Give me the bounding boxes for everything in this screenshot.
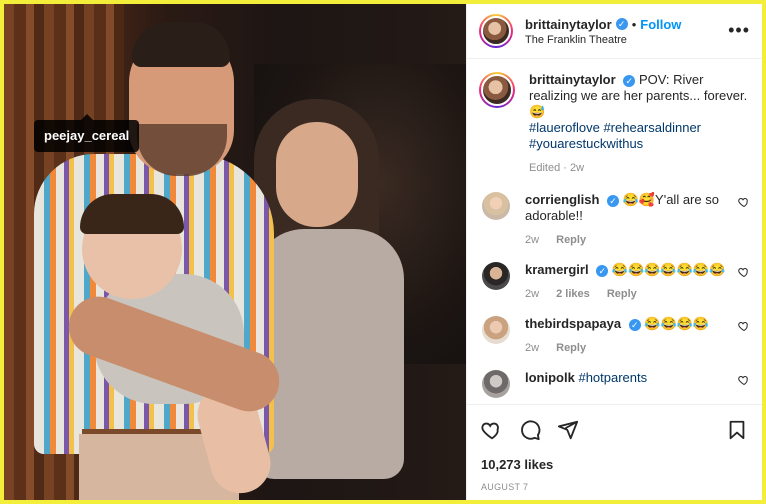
post-location[interactable]: The Franklin Theatre: [525, 34, 750, 46]
author-avatar[interactable]: [479, 14, 513, 48]
photo-woman-face: [276, 122, 358, 227]
verified-badge-icon: ✓: [628, 319, 641, 331]
commenter-username[interactable]: kramergirl: [525, 262, 589, 277]
like-comment-heart-icon[interactable]: [738, 320, 750, 332]
verified-badge-icon: ✓: [623, 75, 636, 87]
commenter-username[interactable]: lonipolk: [525, 370, 575, 385]
comment-text: 😂😂😂😂: [644, 316, 710, 331]
commenter-avatar[interactable]: [482, 316, 510, 344]
comment-reply-button[interactable]: Reply: [556, 234, 586, 246]
comment-text[interactable]: #hotparents: [578, 370, 647, 385]
post-side-panel: brittainytaylor ✓ • Follow The Franklin …: [466, 4, 762, 500]
comment-time: 2w: [525, 234, 540, 246]
comment-item: thebirdspapaya ✓ 😂😂😂😂 2w Reply: [479, 316, 750, 354]
photo-man-hair: [132, 22, 230, 67]
commenter-avatar[interactable]: [482, 262, 510, 290]
like-heart-icon[interactable]: [481, 419, 503, 441]
like-comment-heart-icon[interactable]: [738, 196, 750, 208]
commenter-avatar[interactable]: [482, 370, 510, 398]
comment-reply-button[interactable]: Reply: [607, 288, 637, 300]
commenter-username[interactable]: corrienglish: [525, 192, 599, 207]
comment-time: 2w: [525, 342, 540, 354]
more-options-icon[interactable]: •••: [728, 20, 750, 41]
comment-bubble-icon[interactable]: [519, 419, 541, 441]
verified-badge-icon: ✓: [596, 265, 609, 277]
user-tag[interactable]: peejay_cereal: [34, 114, 140, 152]
comment-item: lonipolk #hotparents: [479, 370, 750, 398]
caption-hashtags[interactable]: #laueroflove #rehearsaldinner #youarestu…: [529, 120, 750, 152]
follow-button[interactable]: Follow: [640, 17, 681, 32]
caption-username[interactable]: brittainytaylor: [529, 72, 616, 87]
author-username[interactable]: brittainytaylor: [525, 17, 612, 32]
caption-edited-time: Edited · 2w: [529, 162, 585, 174]
comment-likes-count[interactable]: 2 likes: [556, 288, 590, 300]
comment-reply-button[interactable]: Reply: [556, 342, 586, 354]
share-send-icon[interactable]: [557, 419, 579, 441]
post-caption: brittainytaylor ✓ POV: River realizing w…: [479, 72, 750, 176]
comment-text: 😂😂😂😂😂😂😂: [611, 262, 726, 277]
verified-badge-icon: ✓: [615, 18, 628, 30]
commenter-avatar[interactable]: [482, 192, 510, 220]
commenter-username[interactable]: thebirdspapaya: [525, 316, 621, 331]
separator-dot: •: [631, 16, 637, 32]
comment-item: corrienglish ✓ 😂🥰Y'all are so adorable!!…: [479, 192, 750, 246]
comment-time: 2w: [525, 288, 540, 300]
verified-badge-icon: ✓: [607, 195, 620, 207]
caption-avatar[interactable]: [479, 72, 515, 108]
post-photo[interactable]: peejay_cereal: [4, 4, 466, 500]
author-meta: brittainytaylor ✓ • Follow The Franklin …: [525, 17, 750, 46]
post-date: AUGUST 7: [481, 482, 529, 492]
save-bookmark-icon[interactable]: [726, 419, 748, 441]
like-comment-heart-icon[interactable]: [738, 266, 750, 278]
post-header: brittainytaylor ✓ • Follow The Franklin …: [467, 4, 762, 59]
comment-item: kramergirl ✓ 😂😂😂😂😂😂😂 2w 2 likes Reply: [479, 262, 750, 300]
like-comment-heart-icon[interactable]: [738, 374, 750, 386]
post-actions: 10,273 likes AUGUST 7: [467, 404, 762, 492]
likes-count[interactable]: 10,273 likes: [481, 457, 748, 472]
comments-list[interactable]: brittainytaylor ✓ POV: River realizing w…: [467, 60, 762, 405]
photo-baby-hair: [80, 194, 184, 234]
photo-woman-dress: [254, 229, 404, 479]
